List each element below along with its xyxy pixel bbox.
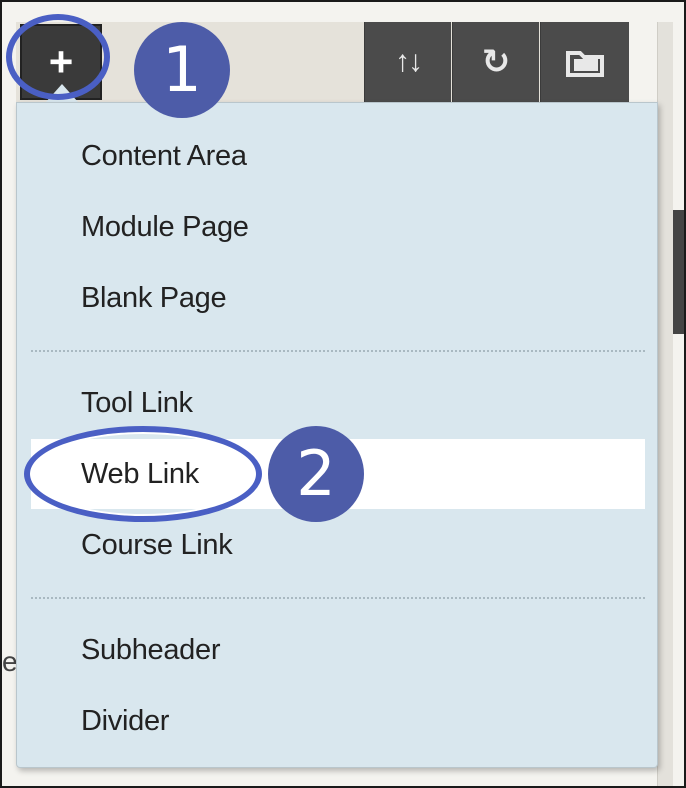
step-2-badge: 2 (268, 426, 364, 522)
refresh-icon: ↻ (481, 43, 511, 81)
screenshot-frame: ↑↓ ↻ e + Content Area Module Page Blank … (0, 0, 686, 788)
folder-icon (566, 51, 604, 77)
manage-folders-button[interactable] (540, 22, 629, 102)
refresh-button[interactable]: ↻ (452, 22, 539, 102)
sort-button[interactable]: ↑↓ (364, 22, 451, 102)
callout-ring-2 (24, 426, 262, 522)
menu-item-blank-page[interactable]: Blank Page (31, 263, 645, 333)
menu-separator (31, 350, 645, 352)
menu-separator (31, 597, 645, 599)
menu-item-divider[interactable]: Divider (31, 686, 645, 756)
scrollbar-thumb[interactable] (673, 210, 684, 334)
callout-ring-1 (6, 14, 110, 100)
sort-icon: ↑↓ (395, 45, 423, 78)
menu-item-module-page[interactable]: Module Page (31, 192, 645, 262)
menu-item-subheader[interactable]: Subheader (31, 615, 645, 685)
step-1-badge: 1 (134, 22, 230, 118)
scroll-track (657, 22, 673, 786)
menu-item-content-area[interactable]: Content Area (31, 121, 645, 191)
